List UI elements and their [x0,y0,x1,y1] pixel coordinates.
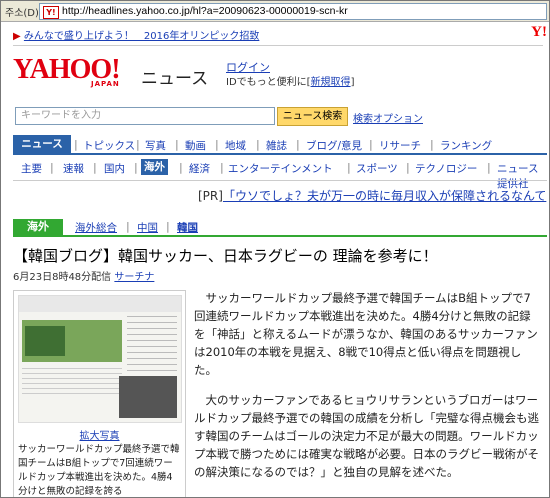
photo-box: 拡大写真 サッカーワールドカップ最終予選で韓国チームはB組トップで7回連続ワール… [13,290,186,497]
nav-separator: | [74,138,78,151]
article-dateline: 6月23日8時48分配信 サーチナ [13,268,154,283]
subnav-overseas[interactable]: 海外 [141,159,168,175]
nav-separator: | [256,138,260,151]
nav-separator: | [215,138,219,151]
yahoo-corner-logo-icon[interactable]: Y! [531,24,547,41]
logo-sub: JAPAN [91,80,120,88]
search-options-link[interactable]: 検索オプション [353,110,423,125]
tab-ranking[interactable]: ランキング [440,138,492,153]
tab-research[interactable]: リサーチ [379,138,421,153]
article-body: サッカーワールドカップ最終予選で韓国チームはB組トップで7回連続ワールドカップ本… [194,289,539,493]
section-china[interactable]: 中国 [137,220,158,235]
enlarge-photo-link[interactable]: 拡大写真 [14,427,185,442]
nav-separator: | [296,138,300,151]
article-paragraph: 大のサッカーファンであるヒョウリサランというブロガーはワールドカップ最終予選での… [194,393,539,479]
subnav-technology[interactable]: テクノロジー [415,161,477,176]
news-search-button[interactable]: ニュース検索 [277,107,348,126]
section-tag: 海外 [13,219,63,235]
divider [13,180,547,181]
section-bar: 海外 海外総合 | 中国 | 韓国 [13,219,547,237]
register-link[interactable]: 新規取得 [311,77,351,88]
divider [13,45,543,46]
nav-separator: | [430,138,434,151]
promo-text[interactable]: みんなで盛り上げよう！ 2016年オリンピック招致 [24,31,259,42]
subnav-economy[interactable]: 経済 [189,161,210,176]
pr-link[interactable]: 「ウソでしょ？夫が万一の時に毎月収入が保障されるなんて [223,189,546,203]
main-nav: ニュース | トピックス | 写真 | 動画 | 地域 | 雑誌 | ブログ/意… [13,135,547,155]
bullet-icon: ▶ [13,31,21,42]
tab-local[interactable]: 地域 [225,138,246,153]
article-headline: 【韓国ブログ】韓国サッカー、日本ラグビーの 理論を参考に！ [13,247,438,265]
nav-separator: | [136,138,140,151]
photo-header-strip [19,296,181,312]
photo-banner-dark [25,326,65,356]
tab-magazine[interactable]: 雑誌 [266,138,287,153]
tab-blog[interactable]: ブログ/意見 [306,138,362,153]
nav-separator: | [487,161,491,174]
address-label: 주소(D) [5,8,39,19]
url-field[interactable]: Y! http://headlines.yahoo.co.jp/hl?a=200… [39,3,547,20]
pr-ad[interactable]: [PR]「ウソでしょ？夫が万一の時に毎月収入が保障されるなんて [198,187,546,204]
nav-separator: | [406,161,410,174]
promo-link[interactable]: ▶ みんなで盛り上げよう！ 2016年オリンピック招致 [13,27,259,42]
section-korea[interactable]: 韓国 [177,220,198,235]
section-overseas-general[interactable]: 海外総合 [75,220,117,235]
id-promo: IDでもっと便利に[新規取得] [226,77,355,88]
yahoo-japan-logo[interactable]: YAHOO! JAPAN [13,56,121,89]
subnav-domestic[interactable]: 国内 [104,161,125,176]
subnav-sports[interactable]: スポーツ [356,161,398,176]
browser-window: 주소(D) Y! http://headlines.yahoo.co.jp/hl… [0,0,550,498]
article-date: 6月23日8時48分配信 [13,272,112,283]
pr-label: [PR] [198,189,223,203]
nav-separator: | [175,138,179,151]
yahoo-favicon-icon: Y! [43,6,59,19]
photo-sidebar-lines [127,316,177,372]
nav-separator: | [369,138,373,151]
search-input[interactable]: キーワードを入力 [15,107,275,125]
photo-caption: サッカーワールドカップ最終予選で韓国チームはB組トップで7回連続ワールドカップ本… [18,444,180,497]
sub-nav: 主要 | 速報 | 国内 | 海外 | 経済 | エンターテインメント | スポ… [13,159,547,190]
nav-separator: | [166,220,170,233]
photo-people-image [119,376,177,418]
tab-video[interactable]: 動画 [185,138,206,153]
article-source-link[interactable]: サーチナ [114,272,154,283]
photo-text-lines [22,368,122,398]
nav-separator: | [220,161,224,174]
id-text: IDでもっと便利に [226,77,307,88]
nav-separator: | [347,161,351,174]
nav-separator: | [179,161,183,174]
tab-news[interactable]: ニュース [13,135,71,153]
url-text[interactable]: http://headlines.yahoo.co.jp/hl?a=200906… [62,5,348,17]
nav-separator: | [50,161,54,174]
subnav-main[interactable]: 主要 [21,161,42,176]
tab-topics[interactable]: トピックス [83,138,135,153]
article-paragraph: サッカーワールドカップ最終予選で韓国チームはB組トップで7回連続ワールドカップ本… [194,291,538,377]
subnav-breaking[interactable]: 速報 [63,161,84,176]
address-bar: 주소(D) Y! http://headlines.yahoo.co.jp/hl… [1,1,549,22]
tab-photos[interactable]: 写真 [145,138,166,153]
nav-separator: | [93,161,97,174]
nav-separator: | [126,220,130,233]
subnav-entertainment[interactable]: エンターテインメント [228,161,333,176]
nav-separator: | [134,161,138,174]
article-photo[interactable] [18,295,182,423]
page-title: ニュース [141,69,209,89]
